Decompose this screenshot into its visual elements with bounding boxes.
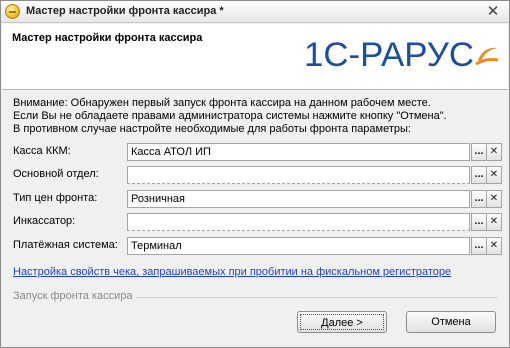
- select-button[interactable]: ...: [471, 213, 487, 231]
- clear-icon[interactable]: ✕: [486, 166, 502, 184]
- field-label: Платёжная система:: [13, 239, 118, 251]
- clear-icon[interactable]: ✕: [486, 213, 502, 231]
- payment-system-input[interactable]: Терминал: [127, 237, 470, 255]
- notice-line-2: Если Вы не обладаете правами администрат…: [13, 110, 447, 122]
- select-button[interactable]: ...: [471, 166, 487, 184]
- 1c-rarus-logo: 1С-РАРУС: [304, 36, 499, 74]
- select-button[interactable]: ...: [471, 143, 487, 161]
- 1c-app-icon: [5, 4, 20, 19]
- header-title: Мастер настройки фронта кассира: [12, 32, 203, 44]
- field-label: Основной отдел:: [13, 168, 99, 180]
- field-label: Инкассатор:: [13, 215, 76, 227]
- kassa-kkm-input[interactable]: Касса АТОЛ ИП: [127, 143, 470, 161]
- field-label: Касса ККМ:: [13, 145, 71, 157]
- cancel-button[interactable]: Отмена: [406, 311, 496, 333]
- group-label: Запуск фронта кассира: [13, 290, 137, 302]
- clear-icon[interactable]: ✕: [486, 237, 502, 255]
- field-label: Тип цен фронта:: [13, 192, 98, 204]
- title-bar[interactable]: Мастер настройки фронта кассира * ✕: [1, 1, 509, 23]
- field-row-otdel: Основной отдел: ... ✕: [1, 166, 509, 184]
- next-button-label: Далее >: [300, 314, 384, 330]
- clear-icon[interactable]: ✕: [486, 143, 502, 161]
- field-row-price-type: Тип цен фронта: Розничная ... ✕: [1, 190, 509, 208]
- close-icon[interactable]: ✕: [485, 3, 501, 19]
- notice-line-1: Внимание: Обнаружен первый запуск фронта…: [13, 97, 431, 109]
- select-button[interactable]: ...: [471, 237, 487, 255]
- notice-line-3: В противном случае настройте необходимые…: [13, 123, 411, 135]
- wizard-header: Мастер настройки фронта кассира 1С-РАРУС: [2, 24, 508, 90]
- field-row-collector: Инкассатор: ... ✕: [1, 213, 509, 231]
- field-row-payment-system: Платёжная система: Терминал ... ✕: [1, 237, 509, 255]
- logo-text: 1С-РАРУС: [304, 36, 474, 74]
- main-department-input[interactable]: [127, 166, 470, 184]
- clear-icon[interactable]: ✕: [486, 190, 502, 208]
- wizard-window: Мастер настройки фронта кассира * ✕ Маст…: [0, 0, 510, 348]
- field-row-kassa: Касса ККМ: Касса АТОЛ ИП ... ✕: [1, 143, 509, 161]
- window-title: Мастер настройки фронта кассира *: [26, 5, 224, 17]
- select-button[interactable]: ...: [471, 190, 487, 208]
- notice-text: Внимание: Обнаружен первый запуск фронта…: [13, 97, 493, 136]
- collector-input[interactable]: [127, 213, 470, 231]
- receipt-settings-link[interactable]: Настройка свойств чека, запрашиваемых пр…: [13, 266, 451, 278]
- price-type-input[interactable]: Розничная: [127, 190, 470, 208]
- next-button[interactable]: Далее >: [297, 311, 387, 333]
